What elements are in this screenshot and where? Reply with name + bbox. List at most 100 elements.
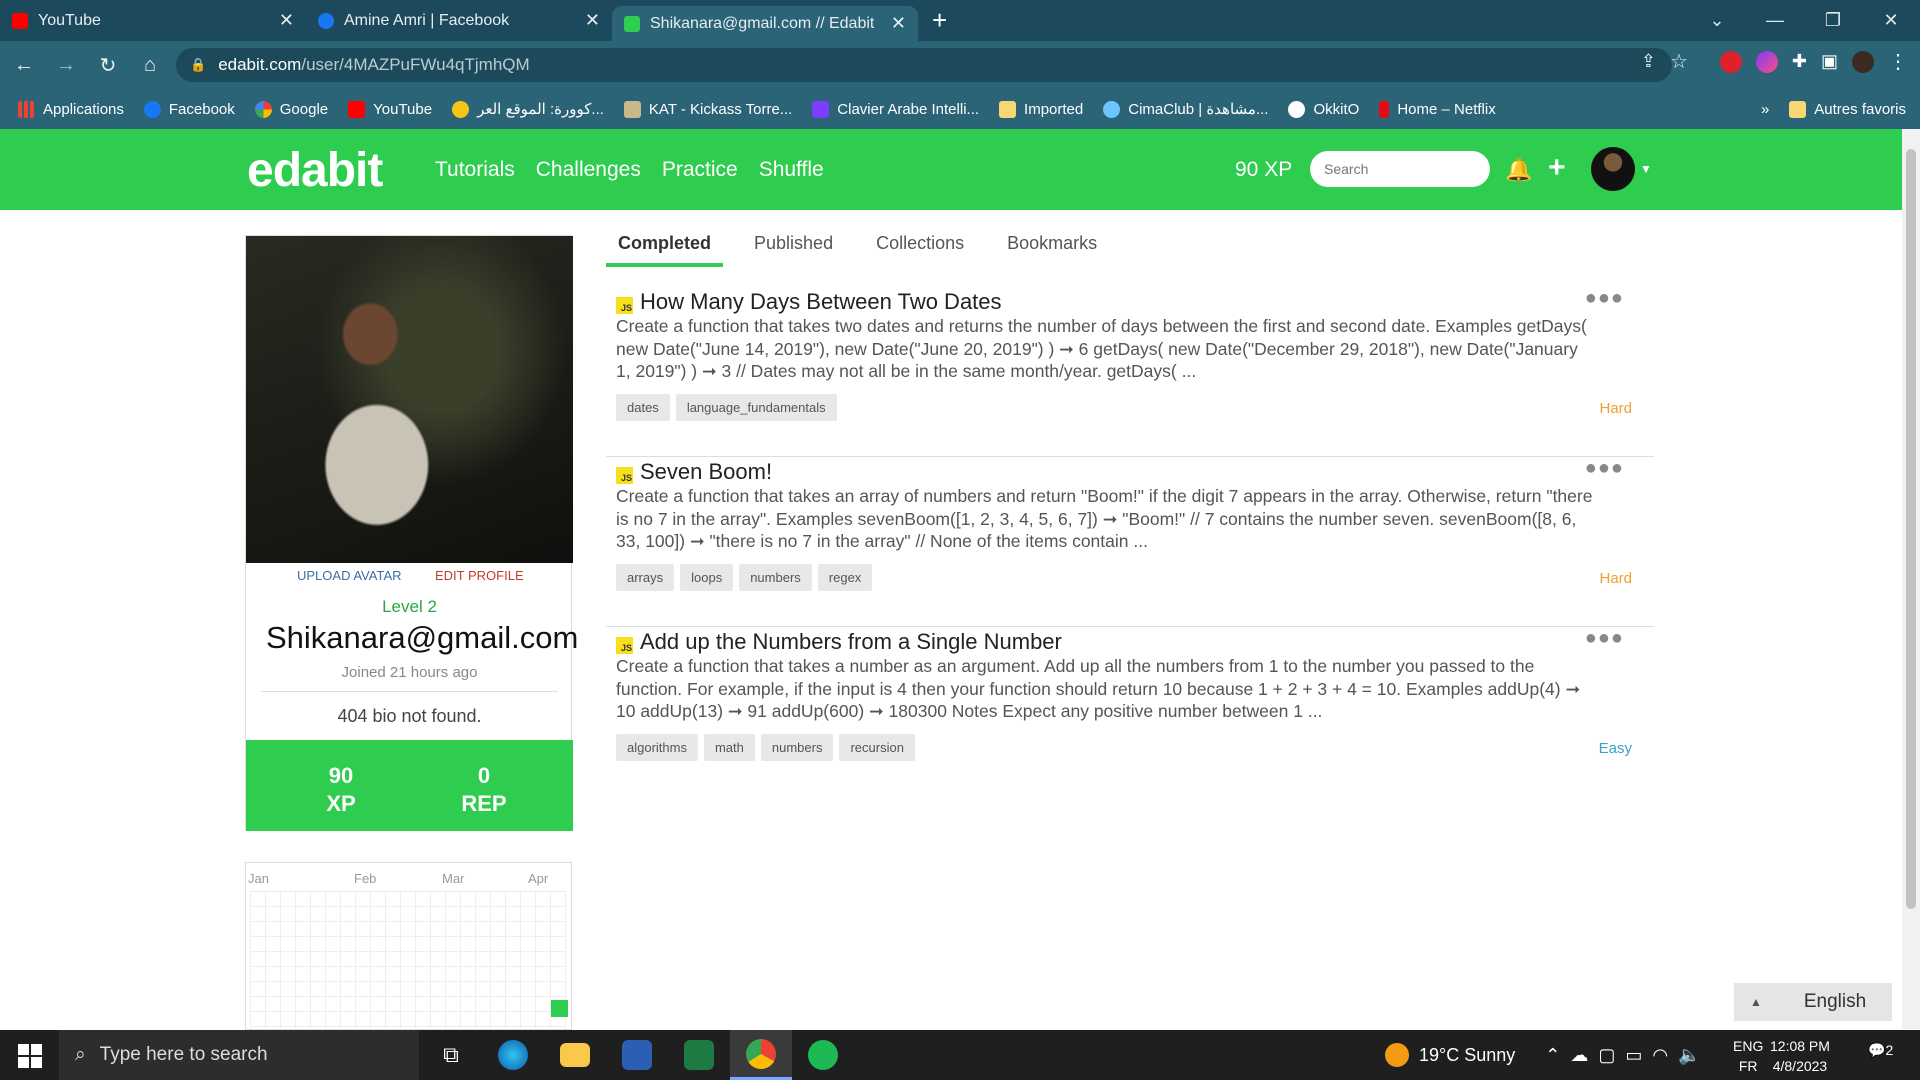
tag[interactable]: algorithms — [616, 734, 698, 761]
more-options-icon[interactable]: ●●● — [1585, 627, 1624, 650]
tab-completed[interactable]: Completed — [606, 233, 724, 267]
tag[interactable]: recursion — [839, 734, 915, 761]
tab-bookmarks[interactable]: Bookmarks — [995, 233, 1109, 267]
tab-published[interactable]: Published — [742, 233, 845, 267]
chrome-icon[interactable] — [730, 1030, 792, 1080]
browser-tab-youtube[interactable]: YouTube ✕ — [0, 0, 306, 41]
month-label: Mar — [442, 871, 465, 886]
share-icon[interactable]: ⇪ — [1641, 51, 1656, 72]
restore-icon[interactable]: ❐ — [1804, 10, 1862, 31]
tab-search-icon[interactable]: ⌄ — [1688, 10, 1746, 31]
reload-icon[interactable]: ↻ — [90, 47, 126, 83]
bookmark-kat[interactable]: KAT - Kickass Torre... — [623, 100, 792, 118]
windows-start-icon[interactable] — [18, 1044, 42, 1068]
extension-icon[interactable] — [1755, 50, 1778, 73]
edabit-logo[interactable]: edabit — [247, 143, 383, 198]
more-options-icon[interactable]: ●●● — [1585, 287, 1624, 310]
address-bar[interactable]: 🔒 edabit.com/user/4MAZPuFWu4qTjmhQM — [176, 48, 1672, 82]
bookmark-imported[interactable]: Imported — [999, 100, 1083, 118]
page-scrollbar[interactable] — [1902, 129, 1920, 1029]
bookmark-youtube[interactable]: YouTube — [348, 100, 432, 118]
camera-icon[interactable]: ▢ — [1598, 1045, 1615, 1066]
nav-tutorials[interactable]: Tutorials — [435, 158, 515, 182]
bookmark-kooora[interactable]: كوورة: الموقع العر... — [452, 100, 604, 118]
bookmark-cimaclub[interactable]: CimaClub | مشاهدة... — [1103, 100, 1268, 118]
forward-icon[interactable]: → — [48, 47, 84, 83]
bell-icon[interactable]: 🔔 — [1505, 157, 1532, 183]
spotify-icon[interactable] — [792, 1030, 854, 1080]
scrollbar-thumb[interactable] — [1906, 149, 1916, 909]
bookmark-star-icon[interactable]: ☆ — [1670, 49, 1688, 74]
challenge-description: Create a function that takes an array of… — [616, 486, 1593, 551]
close-tab-icon[interactable]: ✕ — [585, 10, 600, 31]
lang-secondary: FR — [1738, 1058, 1758, 1074]
battery-icon[interactable]: ▭ — [1625, 1045, 1642, 1066]
edit-profile-link[interactable]: EDIT PROFILE — [435, 568, 524, 583]
add-icon[interactable]: + — [1548, 151, 1566, 185]
challenge-item[interactable]: JS Add up the Numbers from a Single Numb… — [606, 627, 1654, 797]
user-avatar[interactable] — [1591, 147, 1635, 191]
bookmark-other-favorites[interactable]: Autres favoris — [1789, 100, 1906, 118]
minimize-icon[interactable]: — — [1746, 10, 1804, 31]
extensions-puzzle-icon[interactable]: ✚ — [1792, 51, 1807, 72]
challenge-item[interactable]: JS Seven Boom! ●●● Create a function tha… — [606, 457, 1654, 627]
upload-avatar-link[interactable]: UPLOAD AVATAR — [297, 568, 402, 583]
bookmark-label: Home – Netflix — [1397, 100, 1496, 118]
profile-avatar-icon[interactable] — [1852, 50, 1874, 73]
task-view-icon[interactable]: ⧉ — [420, 1030, 482, 1080]
close-tab-icon[interactable]: ✕ — [891, 13, 906, 34]
bookmark-clavier-arabe[interactable]: Clavier Arabe Intelli... — [812, 100, 979, 118]
tag[interactable]: language_fundamentals — [675, 394, 837, 421]
edge-icon[interactable] — [482, 1030, 544, 1080]
challenge-item[interactable]: JS How Many Days Between Two Dates ●●● C… — [606, 287, 1654, 457]
bookmark-netflix[interactable]: Home – Netflix — [1379, 100, 1496, 118]
challenge-title[interactable]: Seven Boom! — [640, 459, 772, 485]
activity-cell-active[interactable] — [551, 1000, 568, 1017]
excel-icon[interactable] — [668, 1030, 730, 1080]
more-bookmarks-button[interactable]: » — [1761, 101, 1769, 118]
tag[interactable]: dates — [616, 394, 670, 421]
notification-center-icon[interactable]: 💬2 — [1868, 1042, 1893, 1059]
language-selector[interactable]: ▲ English — [1734, 983, 1892, 1021]
tag[interactable]: regex — [817, 564, 873, 591]
file-explorer-icon[interactable] — [544, 1030, 606, 1080]
chevron-up-icon[interactable]: ⌃ — [1545, 1045, 1560, 1066]
tag[interactable]: loops — [680, 564, 734, 591]
challenge-title[interactable]: Add up the Numbers from a Single Number — [640, 629, 1062, 655]
more-options-icon[interactable]: ●●● — [1585, 457, 1624, 480]
weather-text[interactable]: 19°C Sunny — [1419, 1045, 1515, 1066]
volume-icon[interactable]: 🔈 — [1678, 1045, 1700, 1066]
nav-practice[interactable]: Practice — [662, 158, 738, 182]
menu-kebab-icon[interactable]: ⋮ — [1888, 49, 1908, 74]
nav-challenges[interactable]: Challenges — [536, 158, 641, 182]
adblock-extension-icon[interactable] — [1719, 50, 1742, 73]
bookmark-google[interactable]: Google — [254, 100, 328, 118]
nav-shuffle[interactable]: Shuffle — [759, 158, 824, 182]
tag[interactable]: arrays — [616, 564, 675, 591]
close-window-icon[interactable]: ✕ — [1862, 10, 1920, 31]
back-icon[interactable]: ← — [6, 47, 42, 83]
tag[interactable]: math — [703, 734, 755, 761]
word-icon[interactable] — [606, 1030, 668, 1080]
browser-tab-edabit[interactable]: Shikanara@gmail.com // Edabit ✕ — [612, 6, 918, 41]
tab-collections[interactable]: Collections — [864, 233, 976, 267]
challenge-title[interactable]: How Many Days Between Two Dates — [640, 289, 1002, 315]
bookmark-facebook[interactable]: Facebook — [143, 100, 235, 118]
home-icon[interactable]: ⌂ — [132, 47, 168, 83]
taskbar-search[interactable]: ⌕ Type here to search — [59, 1030, 419, 1080]
network-icon[interactable]: ☁ — [1570, 1045, 1588, 1066]
browser-tab-facebook[interactable]: Amine Amri | Facebook ✕ — [306, 0, 612, 41]
input-language[interactable]: ENG FR — [1733, 1036, 1763, 1076]
search-input[interactable] — [1310, 151, 1490, 187]
side-panel-icon[interactable]: ▣ — [1821, 51, 1838, 72]
tag[interactable]: numbers — [760, 734, 834, 761]
wifi-icon[interactable]: ◠ — [1652, 1045, 1668, 1066]
taskbar-clock[interactable]: 12:08 PM 4/8/2023 — [1770, 1036, 1830, 1076]
bookmark-applications[interactable]: Applications — [18, 100, 124, 118]
chevron-down-icon[interactable]: ▼ — [1640, 162, 1652, 176]
close-tab-icon[interactable]: ✕ — [279, 10, 294, 31]
tag[interactable]: numbers — [739, 564, 812, 591]
bookmark-okkito[interactable]: OkkitO — [1288, 100, 1359, 118]
new-tab-button[interactable]: + — [932, 0, 947, 41]
joined-date: Joined 21 hours ago — [341, 664, 478, 681]
